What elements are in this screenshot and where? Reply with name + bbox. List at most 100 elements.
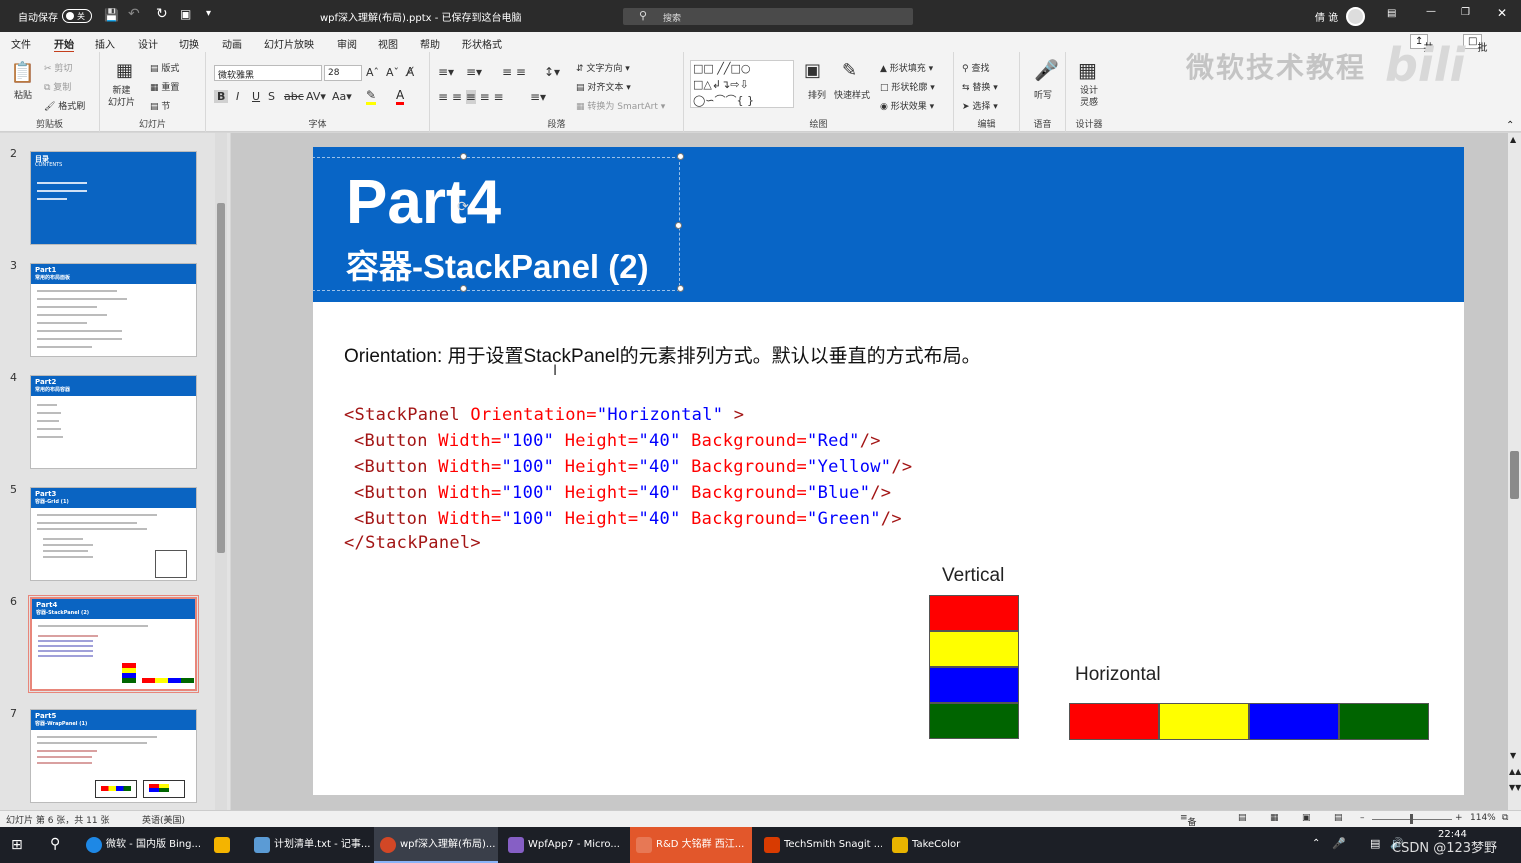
slide-thumbnail[interactable]: Part5 容器-WrapPanel (1): [30, 709, 197, 803]
code-line-open[interactable]: <StackPanel Orientation="Horizontal" >: [344, 405, 744, 425]
slide-thumbnail[interactable]: Part1 常用的布局面板: [30, 263, 197, 357]
select-button[interactable]: ➤ 选择 ▾: [962, 99, 998, 112]
new-slide-button[interactable]: 新建 幻灯片: [108, 85, 135, 109]
code-line-button[interactable]: <Button Width="100" Height="40" Backgrou…: [354, 483, 891, 503]
bullets-icon[interactable]: ≡▾: [438, 65, 454, 79]
code-line-button[interactable]: <Button Width="100" Height="40" Backgrou…: [354, 457, 912, 477]
yellow-button[interactable]: [1159, 703, 1249, 740]
thumbnail-scrollbar[interactable]: [215, 133, 227, 810]
bold-button[interactable]: B: [214, 90, 229, 103]
quick-styles-icon[interactable]: ✎: [842, 60, 857, 81]
zoom-level[interactable]: 114%: [1470, 813, 1496, 823]
taskbar-visual-studio[interactable]: WpfApp7 - Micro...: [502, 827, 626, 863]
shadow-button[interactable]: S: [268, 90, 275, 103]
tab-review[interactable]: 审阅: [337, 36, 357, 51]
align-text-button[interactable]: ▤ 对齐文本 ▾: [576, 80, 631, 93]
spacing-button[interactable]: AV▾: [306, 90, 326, 103]
slide-thumbnail[interactable]: Part3 容器-Grid (1): [30, 487, 197, 581]
previous-slide-icon[interactable]: ▲▲: [1509, 767, 1521, 776]
language-status[interactable]: 英语(美国): [142, 813, 185, 826]
close-icon[interactable]: ✕: [1497, 6, 1507, 20]
tray-chevron-icon[interactable]: ⌃: [1312, 838, 1320, 849]
undo-icon[interactable]: ↶: [128, 6, 140, 22]
slide-description[interactable]: Orientation: 用于设置StackPanel的元素排列方式。默认以垂直…: [344, 341, 981, 368]
quick-styles-button[interactable]: 快速样式: [834, 88, 870, 101]
shape-outline-button[interactable]: □ 形状轮廓 ▾: [880, 80, 935, 93]
slide-scrollbar-thumb[interactable]: [1510, 451, 1519, 499]
ribbon-display-icon[interactable]: ▤: [1387, 8, 1396, 19]
change-case-button[interactable]: Aa▾: [332, 90, 352, 103]
arrange-icon[interactable]: ▣: [804, 60, 821, 81]
microphone-icon[interactable]: 🎤: [1034, 58, 1059, 82]
paste-button[interactable]: 粘贴: [14, 88, 32, 101]
customize-qat-icon[interactable]: ▾: [206, 8, 211, 19]
smartart-button[interactable]: ▦ 转换为 SmartArt ▾: [576, 99, 665, 112]
selection-handle[interactable]: [460, 285, 467, 292]
selection-handle[interactable]: [675, 222, 682, 229]
code-line-button[interactable]: <Button Width="100" Height="40" Backgrou…: [354, 509, 902, 529]
zoom-in-icon[interactable]: +: [1455, 813, 1463, 823]
strikethrough-button[interactable]: abc: [284, 90, 304, 103]
tab-home[interactable]: 开始: [54, 36, 74, 53]
format-painter-button[interactable]: 🖌 格式刷: [44, 99, 85, 112]
taskbar-explorer[interactable]: [208, 827, 244, 863]
present-icon[interactable]: ▣: [180, 7, 191, 21]
tab-shape-format[interactable]: 形状格式: [462, 36, 502, 51]
find-button[interactable]: ⚲ 查找: [962, 61, 989, 74]
red-button[interactable]: [1069, 703, 1159, 740]
numbering-icon[interactable]: ≡▾: [466, 65, 482, 79]
tab-view[interactable]: 视图: [378, 36, 398, 51]
dictate-button[interactable]: 听写: [1034, 88, 1052, 101]
paste-icon[interactable]: 📋: [10, 60, 35, 84]
zoom-slider-thumb[interactable]: [1410, 814, 1413, 824]
user-name[interactable]: 倩 诡: [1315, 9, 1338, 24]
tab-design[interactable]: 设计: [138, 36, 158, 51]
horizontal-stack[interactable]: [1069, 703, 1430, 740]
highlight-icon[interactable]: ✎: [366, 88, 377, 105]
slide-thumbnail[interactable]: Part2 常用的布局容器: [30, 375, 197, 469]
italic-button[interactable]: I: [236, 90, 239, 103]
slide[interactable]: Part4 容器-StackPanel (2) ⟳ Orientation: 用…: [313, 147, 1464, 795]
reset-button[interactable]: ▦ 重置: [150, 80, 179, 93]
horizontal-label[interactable]: Horizontal: [1075, 664, 1161, 686]
comments-button[interactable]: □ 批注: [1463, 34, 1487, 69]
start-icon[interactable]: ⊞: [11, 837, 23, 853]
selection-handle[interactable]: [460, 153, 467, 160]
copy-button[interactable]: ⧉ 复制: [44, 80, 71, 93]
increase-font-icon[interactable]: Aˆ: [366, 66, 379, 79]
design-ideas-icon[interactable]: ▦: [1078, 58, 1097, 82]
reading-view-icon[interactable]: ▣: [1302, 813, 1311, 823]
red-button[interactable]: [929, 595, 1019, 631]
tab-slideshow[interactable]: 幻灯片放映: [264, 36, 314, 51]
code-line-button[interactable]: <Button Width="100" Height="40" Backgrou…: [354, 431, 881, 451]
tab-help[interactable]: 帮助: [420, 36, 440, 51]
taskbar-snagit[interactable]: TechSmith Snagit ...: [758, 827, 882, 863]
restore-icon[interactable]: ❐: [1461, 7, 1470, 18]
font-color-icon[interactable]: A: [396, 88, 405, 105]
fit-to-window-icon[interactable]: ⧉: [1502, 813, 1508, 823]
shape-fill-button[interactable]: ▲ 形状填充 ▾: [880, 61, 933, 74]
selection-handle[interactable]: [677, 285, 684, 292]
thumbnail-scrollbar-thumb[interactable]: [217, 203, 225, 553]
layout-button[interactable]: ▤ 版式: [150, 61, 179, 74]
blue-button[interactable]: [929, 667, 1019, 703]
minimize-icon[interactable]: —: [1426, 6, 1436, 17]
shape-effects-button[interactable]: ◉ 形状效果 ▾: [880, 99, 934, 112]
slide-scrollbar[interactable]: ▲ ▼ ▲▲ ▼▼: [1508, 133, 1521, 810]
slide-sorter-icon[interactable]: ▦: [1270, 813, 1279, 823]
replace-button[interactable]: ⇆ 替换 ▾: [962, 80, 998, 93]
font-size-input[interactable]: 28: [324, 65, 362, 81]
taskbar-edge[interactable]: 微软 - 国内版 Bing...: [80, 827, 204, 863]
autosave-toggle[interactable]: 关: [62, 9, 92, 23]
tab-insert[interactable]: 插入: [95, 36, 115, 51]
title-selection-box[interactable]: [313, 157, 680, 291]
design-ideas-button[interactable]: 设计 灵感: [1080, 85, 1098, 109]
font-name-input[interactable]: 微软雅黑: [214, 65, 322, 81]
search-icon[interactable]: ⚲: [50, 836, 60, 852]
green-button[interactable]: [1339, 703, 1429, 740]
scroll-down-icon[interactable]: ▼: [1510, 751, 1516, 760]
indent-icon[interactable]: ≡ ≡: [502, 65, 526, 79]
slideshow-view-icon[interactable]: ▤: [1334, 813, 1343, 823]
align-buttons[interactable]: ≡ ≡ ≡ ≡ ≡: [438, 90, 504, 104]
search-box[interactable]: ⚲ 搜索: [623, 8, 913, 25]
